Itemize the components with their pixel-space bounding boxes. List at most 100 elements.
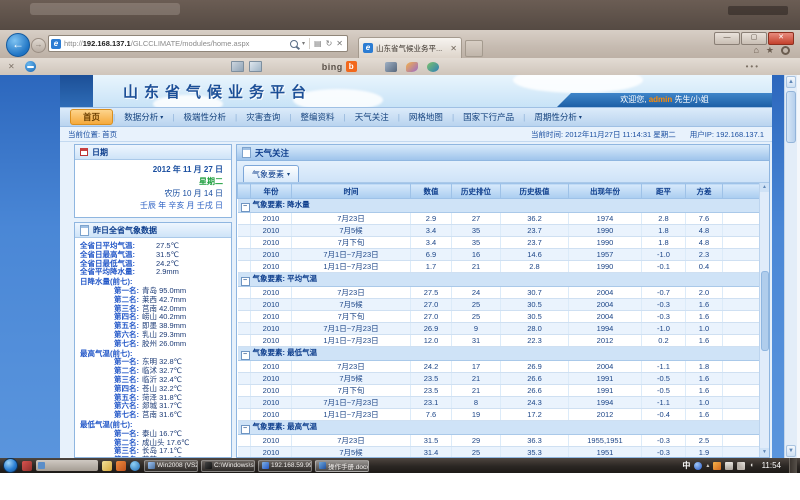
scroll-down-icon[interactable]: ▼ <box>760 448 769 457</box>
cell-0: 2010 <box>251 261 292 273</box>
menu-item-6[interactable]: 天气关注 <box>346 109 398 125</box>
browser-tab[interactable]: e 山东省气候业务平... ✕ <box>358 37 462 58</box>
browser-scrollbar[interactable]: ▲ ▼ <box>784 75 797 458</box>
search-icon[interactable] <box>290 40 298 48</box>
cell-7: 1.0 <box>686 397 723 409</box>
ie-icon[interactable] <box>130 461 140 471</box>
menu-item-4[interactable]: 灾害查询 <box>237 109 289 125</box>
close-button[interactable]: ✕ <box>768 32 794 45</box>
menu-item-8[interactable]: 国家下行产品 <box>454 109 523 125</box>
start-button[interactable] <box>3 458 18 473</box>
table-row[interactable]: 20101月1日~7月23日1.7212.81990-0.10.4 <box>238 261 760 273</box>
network-icon[interactable] <box>737 462 745 470</box>
collapse-icon[interactable]: − <box>241 351 250 360</box>
security-tray-icon[interactable] <box>694 462 702 470</box>
main-panel-header: 天气关注 <box>237 145 769 161</box>
table-row[interactable]: 20107月5候31.42535.31951-0.31.9 <box>238 447 760 458</box>
toolbar-more-icon[interactable]: ••• <box>746 62 760 71</box>
browser-scrollbar-thumb[interactable] <box>786 91 796 143</box>
show-hidden-icons[interactable]: ▴ <box>706 462 709 469</box>
browser-navigation-bar: ← → e http://192.168.137.1/GLCCLIMATE/mo… <box>0 30 800 59</box>
table-row[interactable]: 20107月5候27.02530.52004-0.31.6 <box>238 299 760 311</box>
media-icon[interactable] <box>385 62 397 72</box>
menu-item-5[interactable]: 整编资料 <box>291 109 343 125</box>
apps-icon[interactable] <box>406 62 418 72</box>
community-icon[interactable] <box>427 62 439 72</box>
tab-close-icon[interactable]: ✕ <box>450 44 457 53</box>
minimize-button[interactable]: — <box>714 32 740 45</box>
compatibility-icon[interactable]: ▤ <box>314 39 322 48</box>
scroll-up-icon[interactable]: ▲ <box>786 76 796 88</box>
language-indicator[interactable]: 中 <box>682 460 690 471</box>
cell-3: 25 <box>452 447 501 458</box>
taskbar-button-1[interactable]: Win2008 (VS2... <box>144 460 198 472</box>
weather-element-button[interactable]: 气象要素 ▾ <box>243 165 299 182</box>
collapse-icon[interactable]: − <box>241 425 250 434</box>
toolbar-logo-icon[interactable] <box>25 61 36 72</box>
home-icon[interactable]: ⌂ <box>753 45 758 56</box>
flag-action-center-icon[interactable] <box>725 462 733 470</box>
column-header: 出现年份 <box>569 184 642 199</box>
taskbar-button-3[interactable]: 192.168.59.99... <box>258 460 312 472</box>
explorer-folder-icon[interactable] <box>102 461 112 471</box>
show-desktop-button[interactable] <box>789 458 797 473</box>
cell-7: 1.6 <box>686 385 723 397</box>
table-row[interactable]: 20107月1日~7月23日26.9928.01994-1.01.0 <box>238 323 760 335</box>
group-header-row[interactable]: −气象要素: 平均气温 <box>238 273 760 287</box>
group-header-cell: −气象要素: 平均气温 <box>238 273 760 287</box>
menu-item-3[interactable]: 极端性分析 <box>174 109 235 125</box>
taskbar-button-2[interactable]: C:\Windows\s... <box>201 460 255 472</box>
maximize-button[interactable]: ▢ <box>741 32 767 45</box>
scroll-down-icon[interactable]: ▼ <box>786 445 796 457</box>
table-scrollbar[interactable]: ▲ ▼ <box>759 183 769 457</box>
mail-icon[interactable] <box>249 61 262 72</box>
taskbar-clock[interactable]: 11:54 <box>762 461 781 470</box>
forward-button[interactable]: → <box>31 38 46 53</box>
refresh-icon[interactable]: ↻ <box>326 39 333 48</box>
toolbar-close-icon[interactable]: ✕ <box>8 62 15 71</box>
cell-3: 24 <box>452 287 501 299</box>
group-header-row[interactable]: −气象要素: 降水量 <box>238 199 760 213</box>
table-row[interactable]: 20107月5候23.52126.61991-0.51.6 <box>238 373 760 385</box>
table-row[interactable]: 20107月23日27.52430.72004-0.72.0 <box>238 287 760 299</box>
url-text[interactable]: http://192.168.137.1/GLCCLIMATE/modules/… <box>64 39 288 48</box>
table-row[interactable]: 20107月下旬23.52126.61991-0.51.6 <box>238 385 760 397</box>
volume-icon[interactable]: ◖ <box>749 462 753 469</box>
table-row[interactable]: 20107月23日24.21726.92004-1.11.8 <box>238 361 760 373</box>
group-header-row[interactable]: −气象要素: 最低气温 <box>238 347 760 361</box>
table-row[interactable]: 20101月1日~7月23日12.03122.320120.21.6 <box>238 335 760 347</box>
scroll-up-icon[interactable]: ▲ <box>760 183 769 192</box>
gear-icon[interactable] <box>781 46 790 55</box>
stop-icon[interactable]: ✕ <box>336 39 343 48</box>
cell-1: 7月1日~7月23日 <box>292 397 411 409</box>
menu-item-2[interactable]: 数据分析▾ <box>115 109 172 125</box>
address-bar[interactable]: e http://192.168.137.1/GLCCLIMATE/module… <box>48 35 348 52</box>
table-row[interactable]: 20101月1日~7月23日7.61917.22012-0.41.6 <box>238 409 760 421</box>
media-player-icon[interactable] <box>116 461 126 471</box>
update-tray-icon[interactable] <box>713 462 721 470</box>
menu-item-1[interactable]: 首页 <box>70 109 113 125</box>
taskbar-button-4[interactable]: 操作手册.docx ... <box>315 460 369 472</box>
bing-search[interactable]: bing b <box>322 61 357 72</box>
back-button[interactable]: ← <box>6 33 30 57</box>
menu-item-7[interactable]: 网格地图 <box>400 109 452 125</box>
group-header-row[interactable]: −气象要素: 最高气温 <box>238 421 760 435</box>
chevron-down-icon[interactable]: ▾ <box>302 40 305 47</box>
table-row[interactable]: 20107月下旬27.02530.52004-0.31.6 <box>238 311 760 323</box>
menu-item-9[interactable]: 周期性分析▾ <box>525 109 591 125</box>
cell-4: 26.6 <box>501 373 569 385</box>
new-tab-button[interactable] <box>465 40 483 57</box>
table-row[interactable]: 20107月下旬3.43523.719901.84.8 <box>238 237 760 249</box>
quick-launch-window[interactable] <box>36 460 98 471</box>
favorites-star-icon[interactable]: ★ <box>766 45 774 56</box>
pinned-app-icon[interactable] <box>22 461 32 471</box>
table-scrollbar-thumb[interactable] <box>761 271 769 351</box>
table-row[interactable]: 20107月23日31.52936.31955,1951-0.32.5 <box>238 435 760 447</box>
card-icon[interactable] <box>231 61 244 72</box>
table-row[interactable]: 20107月5候3.43523.719901.84.8 <box>238 225 760 237</box>
table-row[interactable]: 20107月23日2.92736.219742.87.6 <box>238 213 760 225</box>
collapse-icon[interactable]: − <box>241 203 250 212</box>
table-row[interactable]: 20107月1日~7月23日6.91614.61957-1.02.3 <box>238 249 760 261</box>
collapse-icon[interactable]: − <box>241 277 250 286</box>
table-row[interactable]: 20107月1日~7月23日23.1824.31994-1.11.0 <box>238 397 760 409</box>
